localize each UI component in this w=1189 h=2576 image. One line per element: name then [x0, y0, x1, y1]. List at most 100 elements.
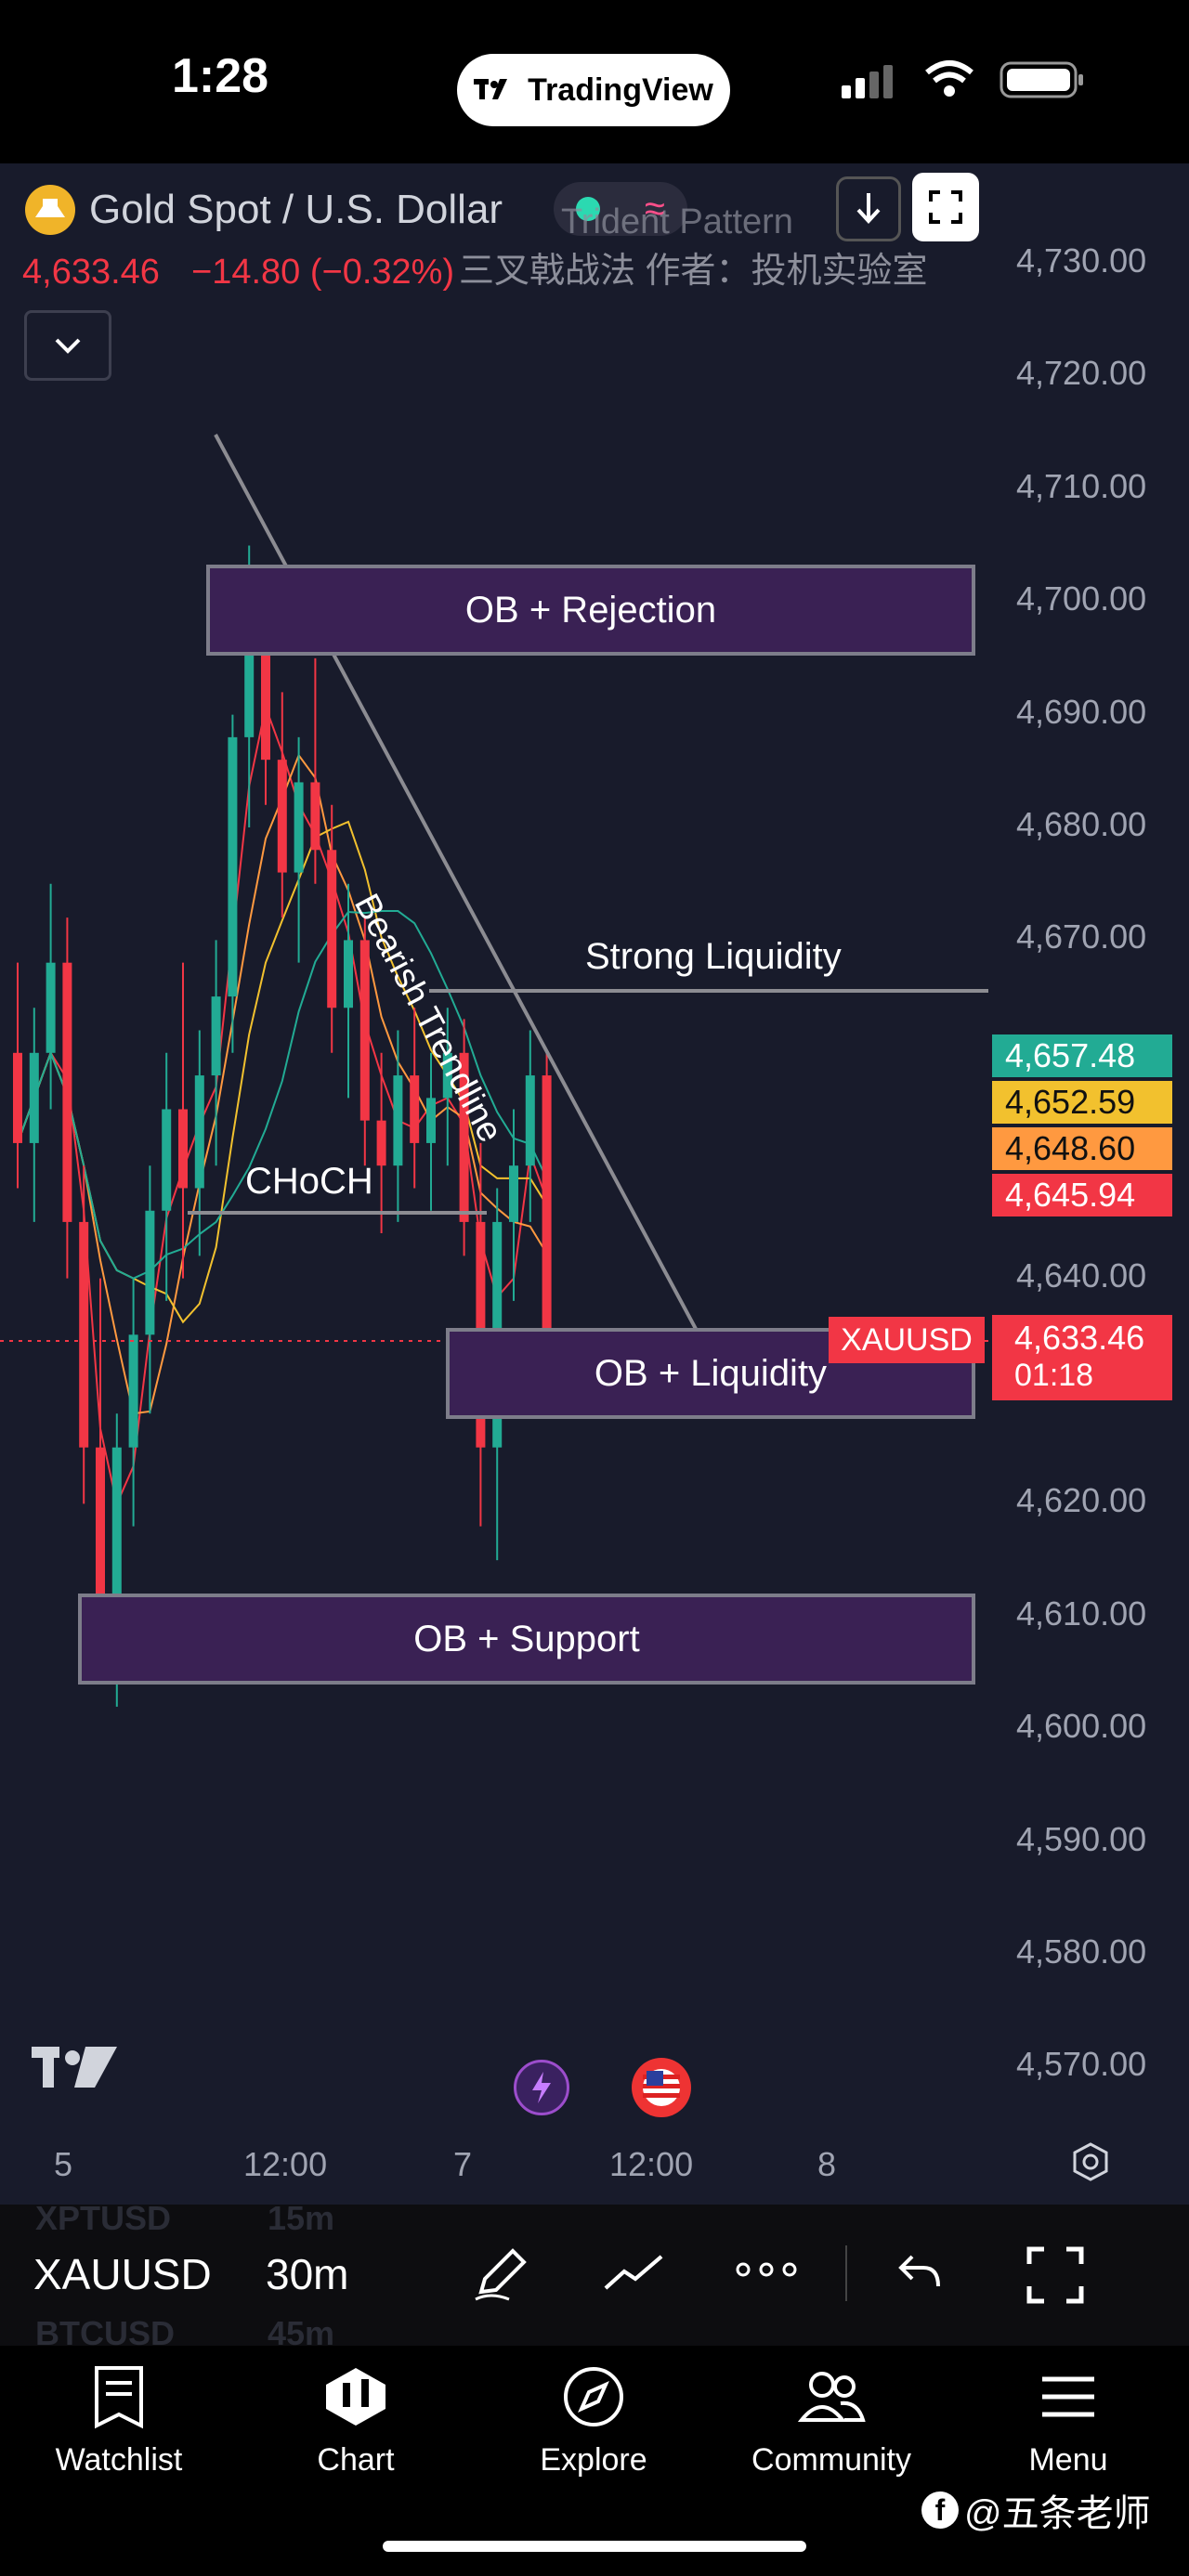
candle[interactable] [327, 850, 337, 1008]
candle[interactable] [344, 940, 353, 1008]
candle[interactable] [194, 1075, 204, 1189]
trend-icon [604, 2255, 663, 2290]
nav-menu[interactable]: Menu [966, 2364, 1170, 2478]
fullscreen-toolbar-button[interactable] [1026, 2245, 1085, 2309]
candle[interactable] [29, 1052, 39, 1143]
candle[interactable] [162, 1109, 172, 1211]
symbol-header[interactable]: Gold Spot / U.S. Dollar [24, 184, 503, 236]
candle[interactable] [13, 1052, 22, 1143]
indicator-subtitle: 三叉戟战法 作者：投机实验室 [459, 252, 928, 291]
prev-symbol: XPTUSD [35, 2199, 172, 2237]
price-axis-label: 4,580.00 [1016, 1932, 1147, 1971]
candle[interactable] [211, 996, 221, 1076]
chart-settings-button[interactable] [1070, 2141, 1111, 2187]
settings-icon [1073, 2142, 1108, 2181]
ob-support-zone[interactable]: OB + Support [78, 1594, 975, 1685]
tradingview-watermark-icon [32, 2047, 119, 2094]
symbol-name: Gold Spot / U.S. Dollar [89, 187, 503, 232]
candle[interactable] [359, 940, 370, 1121]
price-axis-label: 4,640.00 [1016, 1255, 1147, 1295]
price-axis-label: 4,610.00 [1016, 1594, 1147, 1633]
price-axis-label: 4,600.00 [1016, 1707, 1147, 1746]
nav-community[interactable]: Community [729, 2364, 934, 2478]
fullscreen-icon [1026, 2246, 1084, 2304]
candle[interactable] [525, 1075, 535, 1166]
candle[interactable] [410, 1075, 420, 1143]
status-bar: 1:28 TradingView [0, 0, 1189, 163]
ob-rejection-label: OB + Rejection [464, 589, 717, 631]
price-tag-green: 4,657.48 [992, 1034, 1172, 1077]
expand-icon [929, 190, 962, 224]
clock: 1:28 [172, 49, 269, 103]
chevron-down-icon [55, 338, 81, 354]
candle[interactable] [509, 1165, 518, 1222]
candle[interactable] [62, 962, 72, 1222]
symbol-tag: XAUUSD [829, 1317, 985, 1363]
draw-button[interactable] [472, 2244, 531, 2308]
chart-area[interactable]: OB + Rejection OB + Liquidity OB + Suppo… [0, 163, 1189, 2205]
candle[interactable] [178, 1109, 188, 1189]
nav-chart-label: Chart [317, 2442, 395, 2478]
price-axis-label: 4,700.00 [1016, 579, 1147, 618]
price-axis-label: 4,680.00 [1016, 805, 1147, 843]
compass-icon [564, 2367, 623, 2426]
candle[interactable] [145, 1210, 155, 1335]
price-tag-orange: 4,648.60 [992, 1127, 1172, 1170]
nav-explore[interactable]: Explore [491, 2364, 696, 2478]
gold-icon [25, 185, 75, 235]
candle[interactable] [79, 1221, 89, 1448]
prev-interval: 15m [268, 2199, 335, 2237]
pen-icon [475, 2248, 527, 2301]
candle[interactable] [542, 1075, 552, 1358]
undo-icon [898, 2255, 940, 2287]
price-axis-label: 4,710.00 [1016, 466, 1147, 505]
more-icon [736, 2262, 797, 2277]
more-tools-button[interactable] [734, 2258, 799, 2285]
download-button[interactable] [836, 176, 901, 241]
watermark: f @五条老师 [921, 2483, 1151, 2537]
nav-chart[interactable]: Chart [254, 2364, 458, 2478]
time-tick-1200-b: 12:00 [609, 2145, 694, 2183]
battery-icon [1000, 61, 1085, 103]
candle[interactable] [277, 760, 287, 873]
candle[interactable] [46, 962, 56, 1053]
fullscreen-button[interactable] [912, 173, 979, 241]
candle[interactable] [96, 1447, 105, 1617]
chart-icon [326, 2368, 385, 2426]
price-axis-label: 4,720.00 [1016, 354, 1147, 393]
candle[interactable] [310, 782, 320, 851]
candle[interactable] [393, 1075, 403, 1166]
candle[interactable] [128, 1334, 138, 1448]
tradingview-logo-icon [474, 79, 508, 99]
nav-community-label: Community [751, 2442, 911, 2478]
price-axis-label: 4,570.00 [1016, 2045, 1147, 2084]
price-axis-label: 4,670.00 [1016, 917, 1147, 956]
ob-support-label: OB + Support [413, 1618, 640, 1659]
menu-icon [1042, 2376, 1094, 2417]
symbol-selector[interactable]: XAUUSD [33, 2249, 212, 2299]
candle[interactable] [228, 736, 238, 997]
ob-liquidity-label: OB + Liquidity [594, 1352, 828, 1394]
collapse-legend-button[interactable] [24, 310, 111, 381]
current-price-value: 4,633.46 [1014, 1319, 1145, 1357]
candle[interactable] [111, 1447, 122, 1617]
candle[interactable] [376, 1120, 386, 1166]
trend-tool-button[interactable] [602, 2253, 667, 2298]
candle[interactable] [426, 1098, 436, 1143]
undo-button[interactable] [897, 2251, 944, 2298]
time-tick-7: 7 [453, 2145, 473, 2183]
wifi-icon [923, 59, 975, 103]
flash-icon[interactable] [514, 2060, 569, 2115]
signal-icon [842, 65, 894, 103]
tradingview-pill[interactable]: TradingView [457, 54, 730, 126]
price-axis-label: 4,730.00 [1016, 241, 1147, 280]
interval-selector[interactable]: 30m [266, 2249, 348, 2299]
ob-rejection-zone[interactable]: OB + Rejection [206, 565, 975, 656]
candle[interactable] [294, 782, 304, 873]
chart-toolbar: XPTUSD 15m XAUUSD 30m BTCUSD 45m [0, 2199, 1189, 2352]
download-icon [856, 193, 881, 224]
nav-watchlist[interactable]: Watchlist [17, 2364, 221, 2478]
watermark-text: @五条老师 [964, 2493, 1151, 2534]
bar-countdown: 01:18 [1014, 1358, 1094, 1393]
us-flag-icon[interactable] [632, 2058, 691, 2117]
